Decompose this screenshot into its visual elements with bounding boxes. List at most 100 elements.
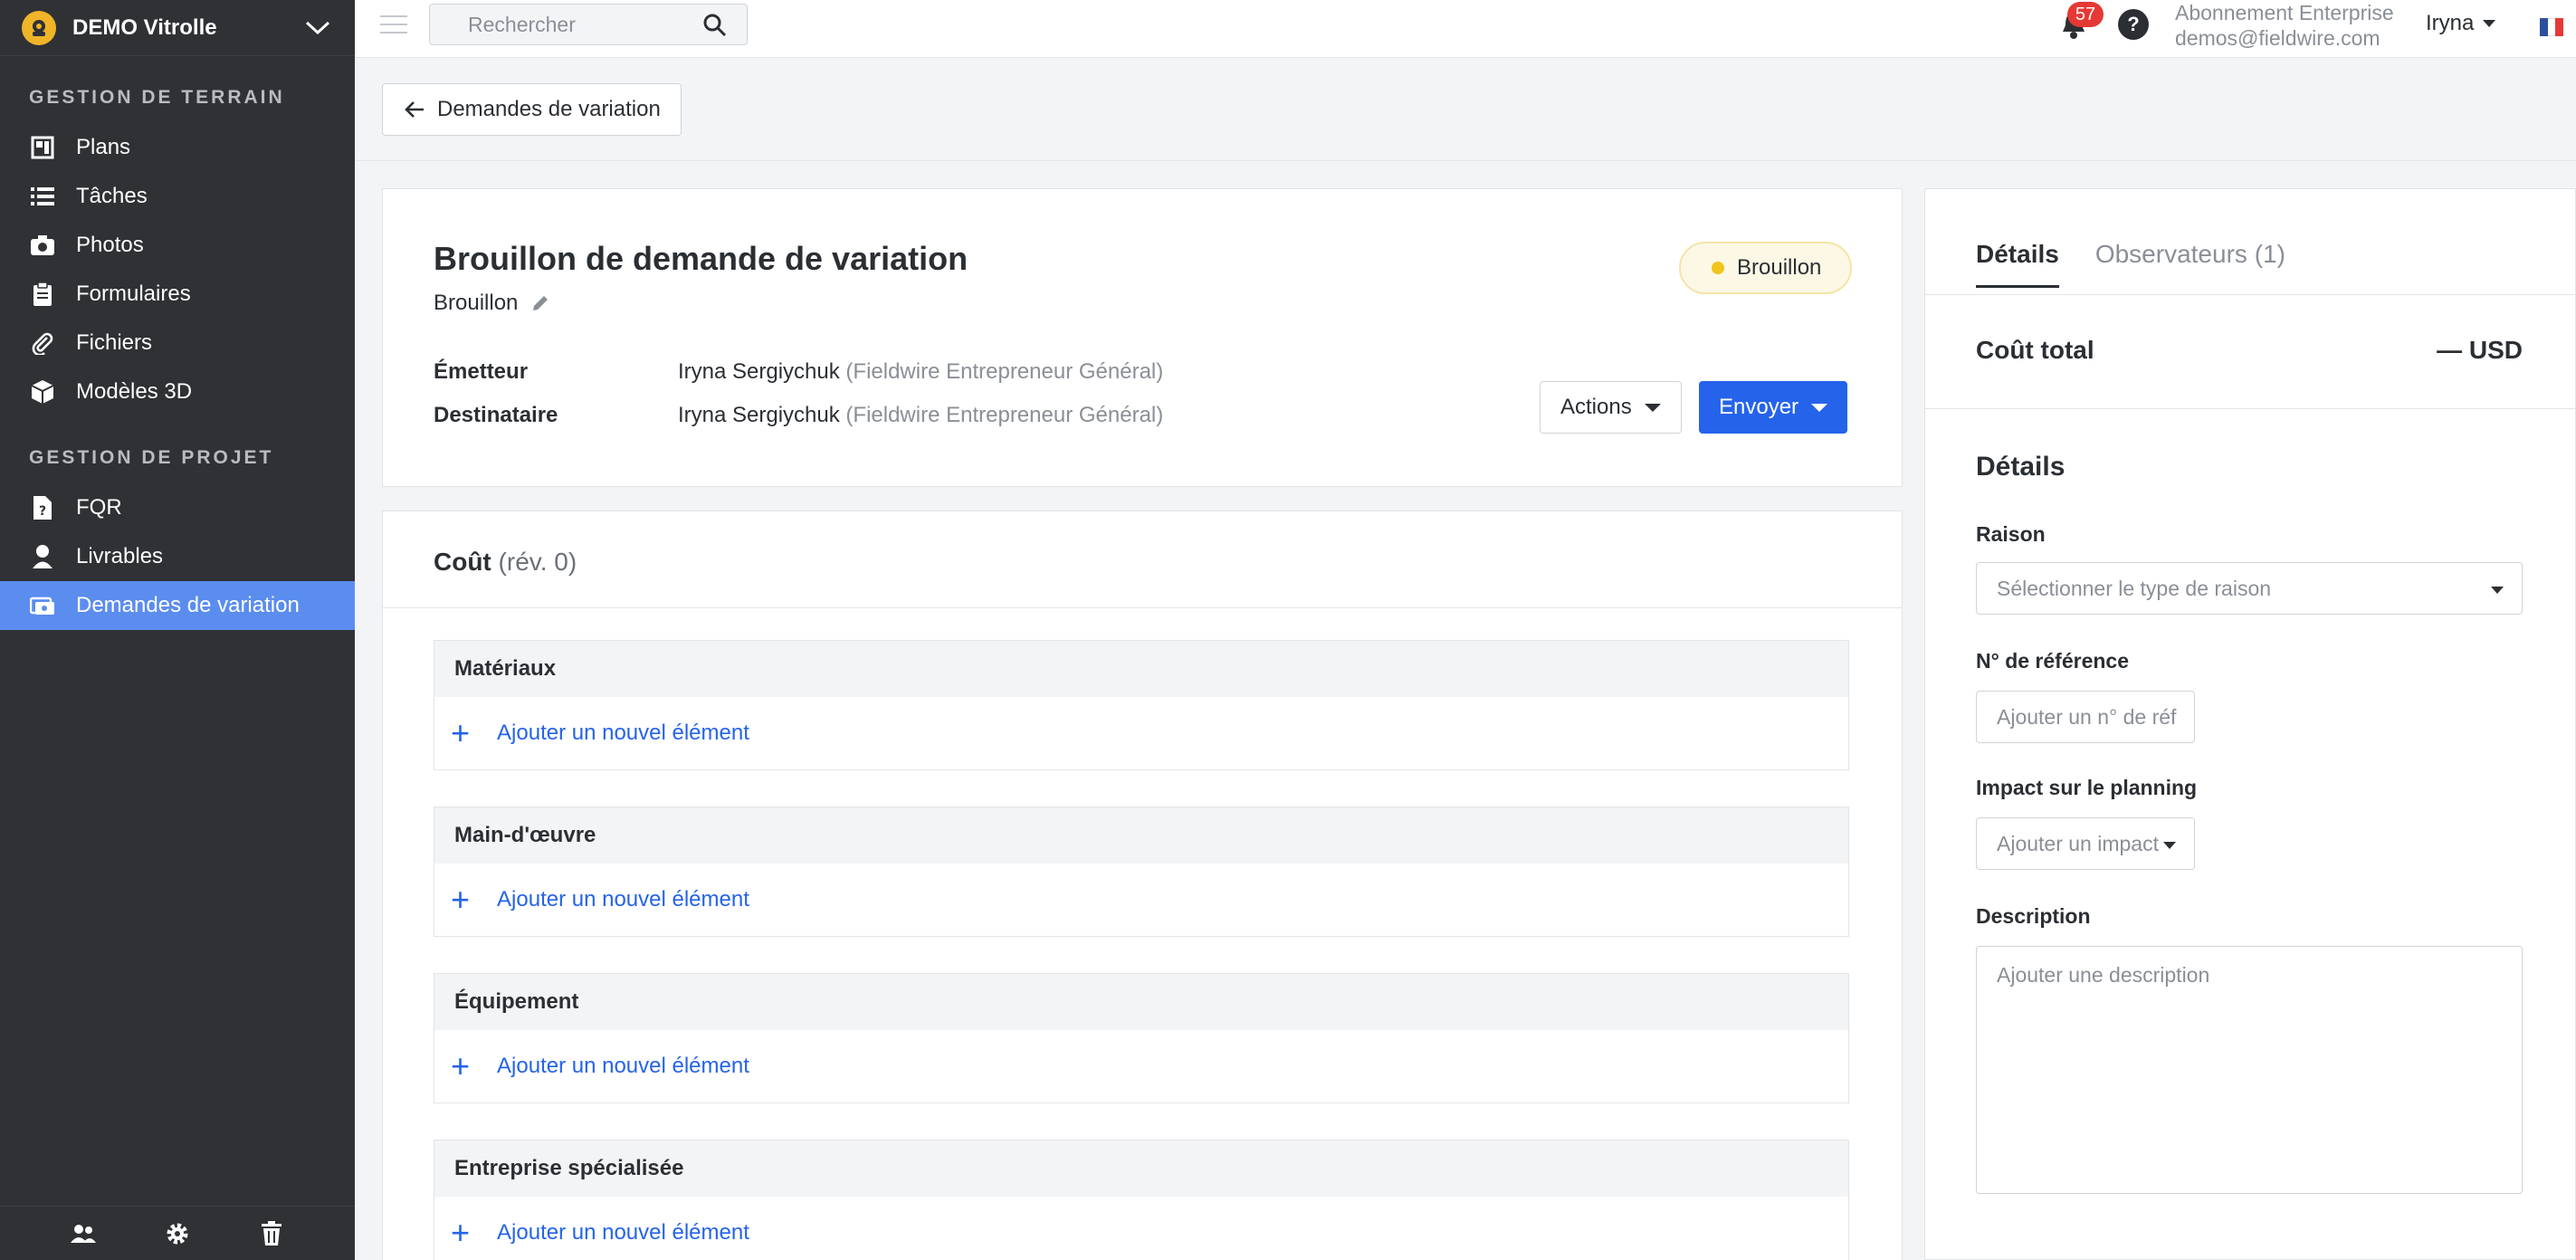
recipient-label: Destinataire xyxy=(434,403,558,427)
french-flag-icon[interactable] xyxy=(2540,18,2564,36)
schedule-impact-placeholder: Ajouter un impact xyxy=(1997,831,2159,855)
caret-down-icon xyxy=(2491,587,2504,594)
tab-observers-count: (1) xyxy=(2254,240,2285,268)
cost-group-header: Équipement xyxy=(434,974,1848,1030)
recipient-name: Iryna Sergiychuk xyxy=(678,403,840,427)
details-panel: Détails Observateurs (1) Coût total — US… xyxy=(1924,188,2576,1260)
actions-dropdown-button[interactable]: Actions xyxy=(1540,381,1682,434)
sidebar-item-label: Demandes de variation xyxy=(76,593,300,617)
plus-icon: + xyxy=(451,714,471,751)
cost-section-title: Coût (rév. 0) xyxy=(434,548,577,577)
cost-group-header: Matériaux xyxy=(434,641,1848,697)
description-textarea[interactable]: Ajouter une description xyxy=(1976,946,2523,1194)
sender-row: Émetteur Iryna Sergiychuk (Fieldwire Ent… xyxy=(434,359,1163,385)
caret-down-icon xyxy=(1811,403,1828,412)
section-field-management: GESTION DE TERRAIN xyxy=(29,87,285,108)
section-project-management: GESTION DE PROJET xyxy=(29,447,274,468)
sidebar-item-label: Modèles 3D xyxy=(76,379,193,404)
cost-group-equipment: Équipement + Ajouter un nouvel élément xyxy=(434,973,1849,1103)
breadcrumb: Demandes de variation xyxy=(355,58,2576,161)
plans-icon xyxy=(29,134,56,161)
svg-text:?: ? xyxy=(39,504,46,519)
sidebar-item-label: Photos xyxy=(76,233,144,257)
trash-icon[interactable] xyxy=(256,1218,287,1249)
sidebar-item-photos[interactable]: Photos xyxy=(0,221,355,270)
hamburger-menu-icon[interactable] xyxy=(380,13,409,42)
cost-title-text: Coût xyxy=(434,548,491,576)
tab-details[interactable]: Détails xyxy=(1976,240,2059,288)
people-icon[interactable] xyxy=(68,1218,99,1249)
gear-icon[interactable] xyxy=(162,1218,193,1249)
tab-observers[interactable]: Observateurs (1) xyxy=(2095,240,2285,288)
search-icon[interactable] xyxy=(703,14,727,43)
send-dropdown-button[interactable]: Envoyer xyxy=(1699,381,1848,434)
add-item-button[interactable]: + Ajouter un nouvel élément xyxy=(434,1030,1848,1102)
sidebar: DEMO Vitrolle GESTION DE TERRAIN Plans T… xyxy=(0,0,355,1260)
cost-group-header: Main-d'œuvre xyxy=(434,807,1848,864)
sidebar-item-deliverables[interactable]: Livrables xyxy=(0,532,355,581)
send-label: Envoyer xyxy=(1719,395,1799,419)
sidebar-item-label: Formulaires xyxy=(76,282,191,306)
project-name: DEMO Vitrolle xyxy=(72,14,217,40)
add-item-button[interactable]: + Ajouter un nouvel élément xyxy=(434,864,1848,936)
status-dot-icon xyxy=(1712,262,1724,274)
sidebar-item-tasks[interactable]: Tâches xyxy=(0,172,355,221)
change-order-icon xyxy=(29,592,56,619)
sidebar-item-plans[interactable]: Plans xyxy=(0,123,355,172)
cost-group-subcontractor: Entreprise spécialisée + Ajouter un nouve… xyxy=(434,1140,1849,1260)
cube-icon xyxy=(29,378,56,406)
sidebar-footer xyxy=(0,1206,355,1260)
recipient-org: (Fieldwire Entrepreneur Général) xyxy=(845,403,1164,427)
plus-icon: + xyxy=(451,1214,471,1251)
project-logo-icon xyxy=(22,10,56,45)
schedule-impact-label: Impact sur le planning xyxy=(1976,776,2198,799)
total-cost-value: — USD xyxy=(2437,336,2523,364)
search-placeholder: Rechercher xyxy=(468,12,576,36)
reason-placeholder: Sélectionner le type de raison xyxy=(1997,576,2272,600)
total-cost-row: Coût total — USD xyxy=(1976,336,2523,365)
plus-icon: + xyxy=(451,881,471,918)
help-icon[interactable]: ? xyxy=(2118,9,2149,40)
tab-observers-label: Observateurs xyxy=(2094,240,2247,268)
schedule-impact-select[interactable]: Ajouter un impact xyxy=(1976,817,2195,870)
add-item-button[interactable]: + Ajouter un nouvel élément xyxy=(434,697,1848,769)
plus-icon: + xyxy=(451,1047,471,1084)
project-nav: ? FQR Livrables Demandes de variation xyxy=(0,483,355,630)
caret-down-icon xyxy=(1644,403,1661,412)
sidebar-item-label: Livrables xyxy=(76,544,164,568)
status-badge: Brouillon xyxy=(1679,242,1853,294)
sidebar-item-change-orders[interactable]: Demandes de variation xyxy=(0,581,355,630)
clipboard-icon xyxy=(29,281,56,308)
description-placeholder: Ajouter une description xyxy=(1997,963,2210,987)
add-item-label: Ajouter un nouvel élément xyxy=(497,721,749,745)
add-item-button[interactable]: + Ajouter un nouvel élément xyxy=(434,1197,1848,1260)
search-input[interactable]: Rechercher xyxy=(429,4,748,45)
project-switcher[interactable]: DEMO Vitrolle xyxy=(0,0,355,56)
cost-group-labor: Main-d'œuvre + Ajouter un nouvel élément xyxy=(434,807,1849,937)
pencil-edit-icon[interactable] xyxy=(530,293,550,313)
cost-revision: (rév. 0) xyxy=(498,548,577,576)
reference-label: N° de référence xyxy=(1976,649,2129,673)
sidebar-item-files[interactable]: Fichiers xyxy=(0,319,355,368)
tasks-icon xyxy=(29,183,56,210)
arrow-left-icon xyxy=(405,100,425,119)
sidebar-item-forms[interactable]: Formulaires xyxy=(0,270,355,319)
change-order-name[interactable]: Brouillon xyxy=(434,291,550,316)
document-question-icon: ? xyxy=(29,494,56,521)
back-to-change-orders-button[interactable]: Demandes de variation xyxy=(382,83,682,136)
divider xyxy=(1925,408,2575,409)
sidebar-item-fqr[interactable]: ? FQR xyxy=(0,483,355,532)
change-order-header-card: Brouillon de demande de variation Brouil… xyxy=(382,188,1903,487)
notifications-badge: 57 xyxy=(2067,2,2104,27)
change-order-name-text: Brouillon xyxy=(434,291,519,315)
chevron-down-icon[interactable] xyxy=(302,13,333,43)
actions-label: Actions xyxy=(1560,395,1632,419)
reason-select[interactable]: Sélectionner le type de raison xyxy=(1976,562,2523,615)
sidebar-item-3d-models[interactable]: Modèles 3D xyxy=(0,368,355,416)
top-bar: Rechercher 57 ? Abonnement Enterprise de… xyxy=(355,0,2576,58)
reference-input[interactable]: Ajouter un n° de réf xyxy=(1976,691,2195,743)
cost-group-materials: Matériaux + Ajouter un nouvel élément xyxy=(434,640,1849,770)
user-menu[interactable]: Iryna xyxy=(2426,11,2496,36)
sidebar-item-label: FQR xyxy=(76,495,122,520)
camera-icon xyxy=(29,232,56,259)
